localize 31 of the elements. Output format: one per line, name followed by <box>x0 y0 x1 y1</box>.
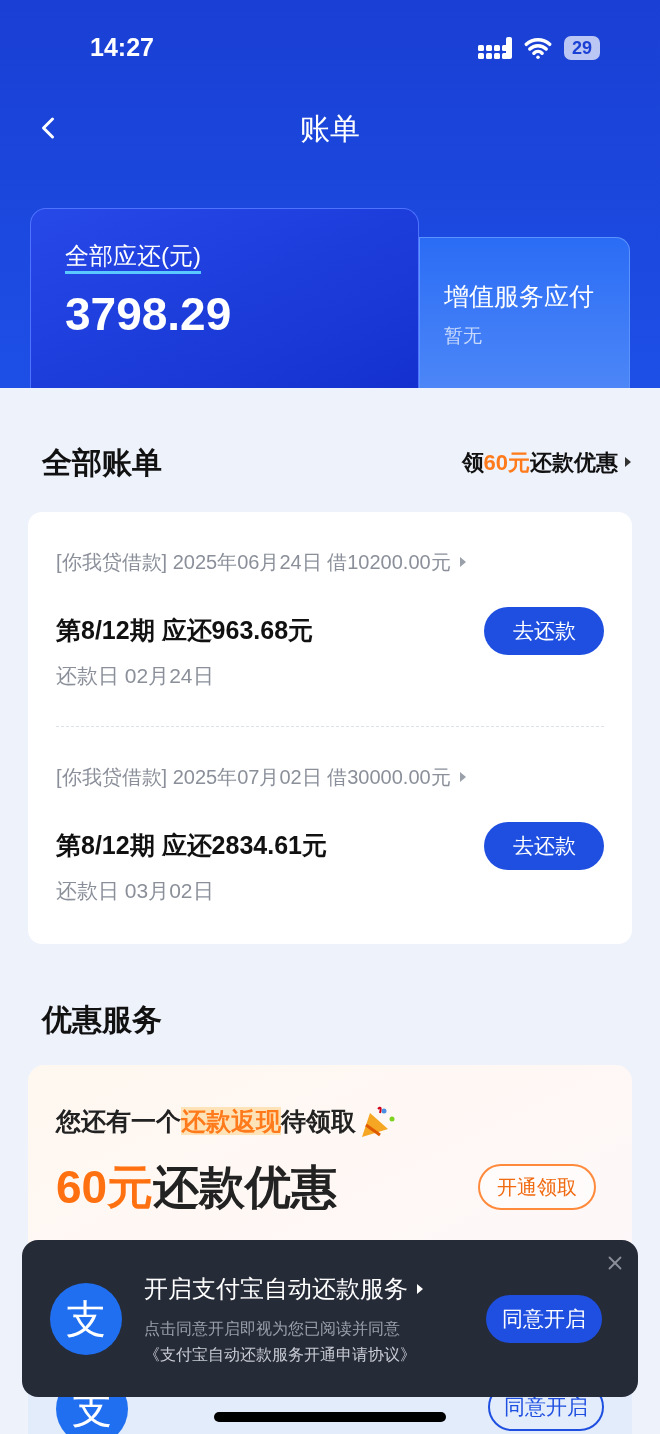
alipay-logo: 支 <box>50 1282 122 1355</box>
installment-amount: 第8/12期 应还963.68元 <box>56 615 314 647</box>
consent-note: 点击同意开启即视为您已阅读并同意 <box>144 1318 401 1339</box>
installment-amount: 第8/12期 应还2834.61元 <box>56 830 327 862</box>
repay-button[interactable]: 去还款 <box>484 822 604 870</box>
due-date: 还款日 03月02日 <box>56 878 215 903</box>
due-date: 还款日 02月24日 <box>56 663 215 688</box>
toast-title[interactable]: 开启支付宝自动还款服务 <box>144 1270 408 1307</box>
discount-link[interactable]: 领60元还款优惠 <box>461 445 632 479</box>
service-fee-title: 增值服务应付 <box>443 281 595 312</box>
offer-headline: 60元还款优惠 <box>56 1159 338 1215</box>
section-title: 优惠服务 <box>42 1002 163 1037</box>
caret-icon <box>416 1283 424 1294</box>
service-fee-value: 暂无 <box>443 323 483 348</box>
loan-info[interactable]: [你我贷借款] 2025年06月24日 借10200.00元 <box>56 547 451 577</box>
total-due-label: 全部应还(元) <box>65 241 201 274</box>
agree-enable-button[interactable]: 同意开启 <box>486 1294 602 1343</box>
battery-indicator: 29 <box>563 36 600 60</box>
signal-icon <box>477 37 512 59</box>
agreement-link[interactable]: 《支付宝自动还款服务开通申请协议》 <box>144 1342 486 1367</box>
caret-icon <box>458 557 467 567</box>
total-due-amount: 3798.29 <box>65 287 233 342</box>
section-title: 全部账单 <box>42 444 162 481</box>
repay-button[interactable]: 去还款 <box>484 607 604 655</box>
caret-icon <box>624 457 632 467</box>
loan-info[interactable]: [你我贷借款] 2025年07月02日 借30000.00元 <box>56 762 451 792</box>
party-popper-icon <box>360 1105 396 1139</box>
cashback-message: 您还有一个还款返现待领取 <box>56 1106 356 1138</box>
page-title: 账单 <box>300 110 360 147</box>
caret-icon <box>458 772 467 782</box>
status-time: 14:27 <box>90 32 154 64</box>
